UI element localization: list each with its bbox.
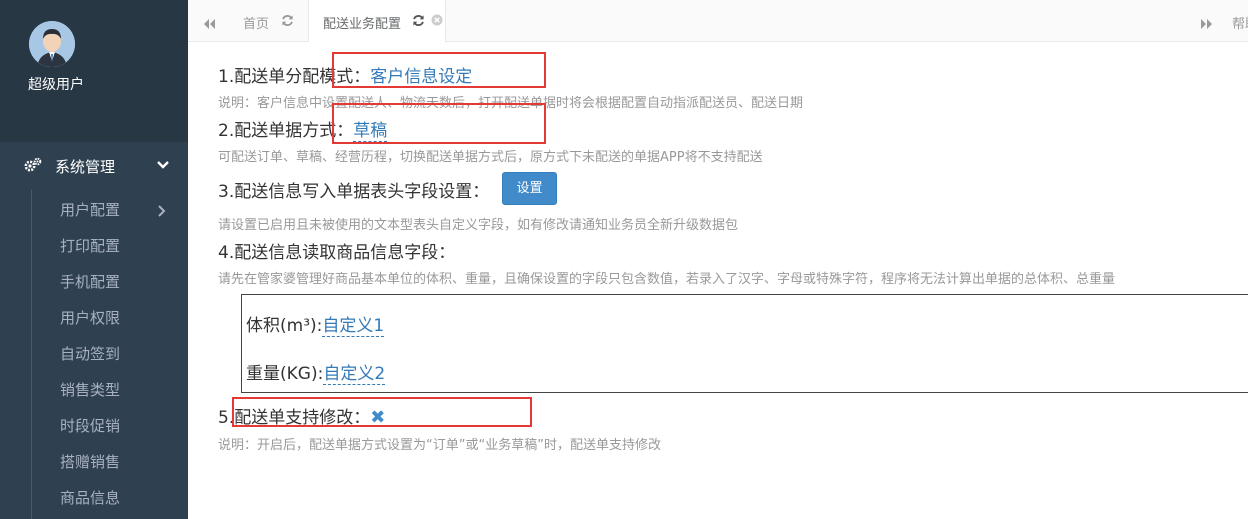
refresh-icon[interactable] [281,14,294,31]
avatar[interactable] [29,21,75,67]
tree-line [31,190,32,519]
setting-5-description: 说明：开启后，配送单据方式设置为“订单”或“业务草稿”时，配送单支持修改 [218,438,661,453]
sidebar-item-auto-checkin[interactable]: 自动签到 [60,343,120,364]
weight-field-link[interactable]: 自定义2 [323,364,386,385]
close-icon[interactable] [431,14,443,30]
highlight-box [332,103,546,144]
sidebar: 超级用户 系统管理 用户配置 打印配置 手机配置 用户权限 自动签到 销售类型 … [0,0,188,519]
setting-4-description: 请先在管家婆管理好商品基本单位的体积、重量，且确保设置的字段只包含数值，若录入了… [218,272,1116,287]
tab-bar: 首页 配送业务配置 帮助 [188,0,1248,42]
weight-label: 重量(KG): [246,364,324,384]
tab-delivery-config-label: 配送业务配置 [323,17,402,32]
profile-area: 超级用户 [0,0,188,142]
menu-system-management[interactable]: 系统管理 [0,148,188,184]
username: 超级用户 [28,77,84,93]
weight-row: 重量(KG):自定义2 [246,359,386,385]
volume-label: 体积(m³): [246,316,323,336]
setting-3-title: 3.配送信息写入单据表头字段设置： [218,182,490,202]
scroll-right-icon[interactable] [1200,15,1214,34]
tab-home[interactable]: 首页 [228,0,302,42]
user-avatar-icon [29,21,75,67]
sidebar-item-user-config[interactable]: 用户配置 [60,199,120,220]
scroll-left-icon[interactable] [202,15,216,34]
sidebar-item-mobile-config[interactable]: 手机配置 [60,271,120,292]
tab-delivery-config[interactable]: 配送业务配置 [308,0,446,42]
help-tab[interactable]: 帮助 [1232,13,1248,32]
sidebar-item-print-config[interactable]: 打印配置 [60,235,120,256]
volume-field-link[interactable]: 自定义1 [322,316,385,337]
setting-3-description: 请设置已启用且未被使用的文本型表头自定义字段，如有修改请通知业务员全新升级数据包 [218,218,739,233]
refresh-icon[interactable] [412,14,425,31]
volume-row: 体积(m³):自定义1 [246,311,385,337]
highlight-box [232,397,532,427]
product-fields-box: 体积(m³):自定义1 重量(KG):自定义2 [241,294,1248,393]
sidebar-item-gift-sales[interactable]: 搭赠销售 [60,451,120,472]
menu-title: 系统管理 [55,158,116,176]
sidebar-item-sales-type[interactable]: 销售类型 [60,379,120,400]
highlight-box [332,52,546,88]
set-fields-button[interactable]: 设置 [502,172,557,205]
gears-icon [24,157,42,177]
tab-home-label: 首页 [243,17,270,32]
setting-4-title: 4.配送信息读取商品信息字段： [218,243,456,263]
setting-2-description: 可配送订单、草稿、经营历程，切换配送单据方式后，原方式下未配送的单据APP将不支… [218,150,763,165]
sidebar-item-time-promotion[interactable]: 时段促销 [60,415,120,436]
chevron-right-icon [157,202,167,221]
sidebar-item-product-info[interactable]: 商品信息 [60,487,120,508]
sidebar-item-user-permission[interactable]: 用户权限 [60,307,120,328]
chevron-down-icon [156,158,170,176]
